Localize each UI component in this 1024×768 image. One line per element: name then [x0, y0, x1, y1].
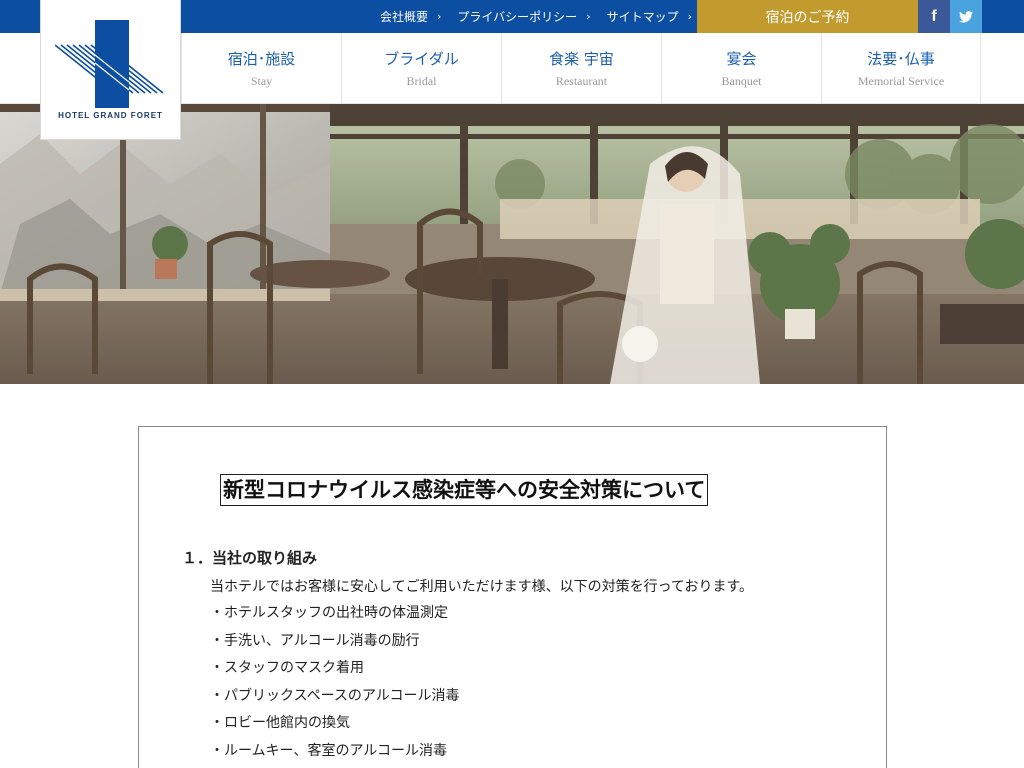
nav-label-en: Memorial Service [857, 74, 945, 88]
section-intro: 当ホテルではお客様に安心してご利用いただけます様、以下の対策を行っております。 [210, 579, 754, 595]
nav-label-jp: 食楽 宇宙 [549, 50, 614, 68]
twitter-icon[interactable] [950, 0, 982, 33]
logo-text: HOTEL GRAND FORET [58, 111, 163, 120]
nav-label-jp: 宿泊･施設 [227, 50, 296, 68]
covid-safety-notice: 新型コロナウイルス感染症等への安全対策について １．当社の取り組み 当ホテルでは… [138, 426, 887, 768]
list-item: ルームキー、客室のアルコール消毒 [210, 742, 459, 768]
chevron-right-icon: › [586, 10, 591, 23]
list-item: パブリックスペースのアルコール消毒 [210, 687, 459, 715]
top-link-label: サイトマップ [606, 10, 679, 24]
nav-label-jp: 法要･仏事 [867, 50, 935, 68]
hero-image [0, 104, 1024, 384]
nav-item-memorial[interactable]: 法要･仏事 Memorial Service [821, 33, 981, 103]
top-link-label: プライバシーポリシー [457, 10, 578, 24]
nav-item-restaurant[interactable]: 食楽 宇宙 Restaurant [501, 33, 661, 103]
top-link-company[interactable]: 会社概要 › [380, 8, 441, 25]
nav-item-stay[interactable]: 宿泊･施設 Stay [181, 33, 341, 103]
list-item: ホテルスタッフの出社時の体温測定 [210, 604, 459, 632]
nav-item-banquet[interactable]: 宴会 Banquet [661, 33, 821, 103]
chevron-right-icon: › [437, 10, 442, 23]
notice-title: 新型コロナウイルス感染症等への安全対策について [220, 474, 709, 506]
list-item: 手洗い、アルコール消毒の励行 [210, 632, 459, 660]
list-item: ロビー他館内の換気 [210, 714, 459, 742]
logo-mark-icon [55, 20, 164, 108]
nav-label-en: Stay [250, 74, 273, 88]
list-item: スタッフのマスク着用 [210, 659, 459, 687]
nav-item-bridal[interactable]: ブライダル Bridal [341, 33, 501, 103]
nav-label-jp: ブライダル [384, 50, 459, 68]
section-heading: １．当社の取り組み [182, 549, 318, 567]
top-link-sitemap[interactable]: サイトマップ › [607, 8, 692, 25]
reservation-button[interactable]: 宿泊のご予約 [697, 0, 918, 33]
main-navigation: 宿泊･施設 Stay ブライダル Bridal 食楽 宇宙 Restaurant… [181, 33, 981, 103]
top-link-privacy[interactable]: プライバシーポリシー › [457, 8, 590, 25]
hotel-logo[interactable]: HOTEL GRAND FORET [40, 0, 181, 140]
safety-measures-list: ホテルスタッフの出社時の体温測定 手洗い、アルコール消毒の励行 スタッフのマスク… [210, 604, 459, 768]
nav-label-en: Bridal [406, 74, 437, 88]
top-links: 会社概要 › プライバシーポリシー › サイトマップ › [380, 0, 708, 33]
top-link-label: 会社概要 [380, 10, 429, 24]
nav-label-en: Banquet [721, 74, 762, 88]
nav-label-jp: 宴会 [726, 50, 757, 68]
nav-label-en: Restaurant [555, 74, 608, 88]
chevron-right-icon: › [687, 10, 693, 23]
facebook-icon[interactable]: f [918, 0, 950, 33]
